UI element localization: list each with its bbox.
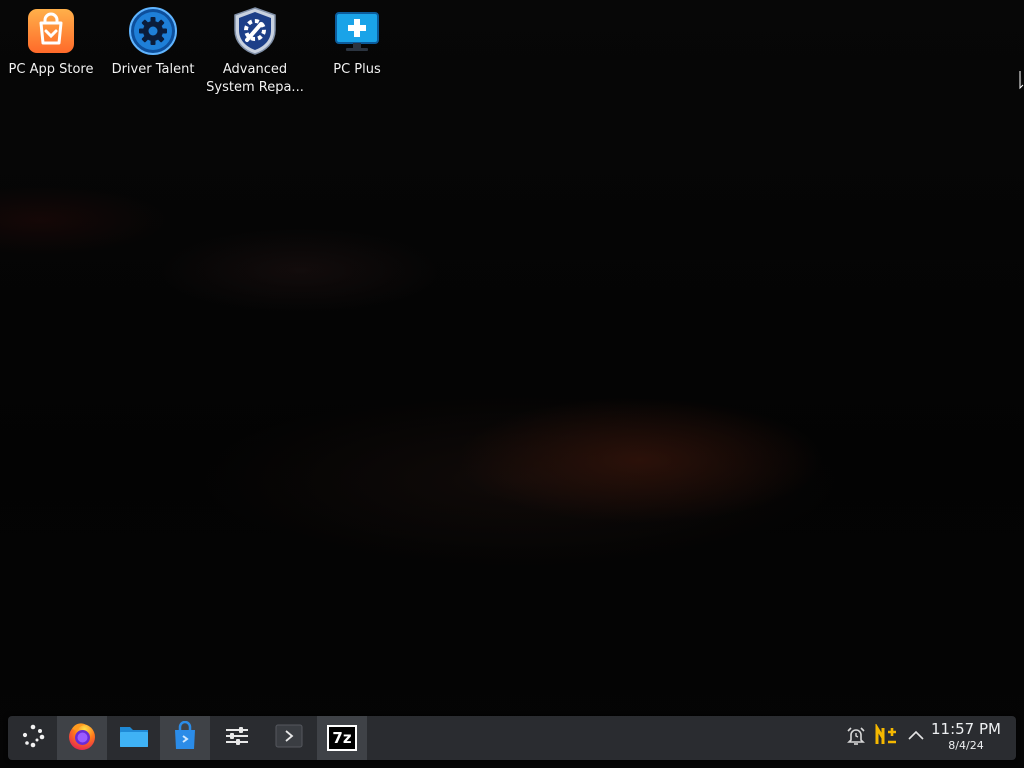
desktop[interactable]: PC App Store Driver Talent Advanced Syst… (0, 0, 1024, 768)
gear-icon (128, 6, 178, 56)
taskbar-firefox-button[interactable] (57, 716, 107, 760)
desktop-icon-pc-app-store[interactable]: PC App Store (1, 6, 101, 79)
taskbar-7zip-button[interactable]: 7z (317, 716, 367, 760)
terminal-icon (274, 722, 304, 754)
taskbar-terminal-button[interactable] (264, 716, 314, 760)
mouse-cursor-icon (1019, 70, 1024, 90)
desktop-icon-label: PC App Store (8, 62, 94, 77)
taskbar-file-manager-button[interactable] (109, 716, 159, 760)
taskbar-discover-store-button[interactable] (160, 716, 210, 760)
tray-alarm-button[interactable] (844, 726, 868, 750)
taskbar-system-settings-button[interactable] (212, 716, 262, 760)
desktop-icon-advanced-system-repair[interactable]: Advanced System Repa... (205, 6, 305, 97)
firefox-icon (66, 720, 98, 756)
taskbar: 7z 11:57 PM 8/4/24 (8, 716, 1016, 760)
file-manager-icon (118, 722, 150, 754)
discover-store-icon (171, 720, 199, 755)
digital-clock[interactable]: 11:57 PM 8/4/24 (928, 720, 1004, 754)
monitor-plus-icon (332, 6, 382, 56)
tray-expand-button[interactable] (904, 726, 928, 750)
shield-wrench-icon (230, 6, 280, 56)
7zip-icon: 7z (327, 725, 357, 751)
desktop-icon-label: Advanced System Repa... (206, 62, 304, 95)
clock-date: 8/4/24 (948, 739, 984, 752)
application-launcher-icon (19, 722, 47, 754)
chevron-up-icon (906, 726, 926, 750)
alarm-bell-icon (845, 725, 867, 751)
desktop-icon-label: PC Plus (333, 62, 381, 77)
clock-time: 11:57 PM (931, 720, 1001, 738)
7zip-label: 7z (332, 729, 352, 747)
desktop-icon-pc-plus[interactable]: PC Plus (307, 6, 407, 79)
desktop-icon-label: Driver Talent (111, 62, 195, 77)
system-settings-icon (223, 722, 251, 754)
tray-mega-sync-button[interactable] (874, 722, 898, 752)
desktop-icon-driver-talent[interactable]: Driver Talent (103, 6, 203, 79)
shopping-bag-icon (26, 6, 76, 56)
mega-sync-icon (874, 722, 898, 752)
application-launcher-button[interactable] (8, 716, 58, 760)
